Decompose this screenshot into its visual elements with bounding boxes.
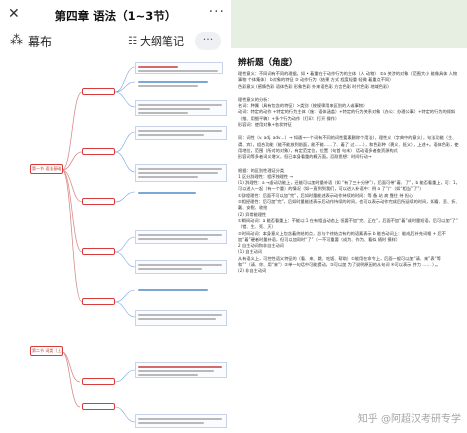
leaf-text-line — [138, 66, 178, 68]
leaf-text-line — [138, 104, 222, 106]
leaf-text-line — [138, 81, 208, 83]
document-line: ②相经理性：后可加“完”，后如时量能述表示后动作持续的时间，也可以表示动作完成后… — [238, 199, 460, 211]
document-body: 理性意义：不同词有不同的理据，如 • 着重在于动作行为的主体（人 动物） ②a … — [238, 71, 460, 275]
document-line: 从有语义上，可控性语义特征的（看、来、跳、吃饭、帮助）①能用在命令上，后面一般可… — [238, 255, 441, 268]
leaf-text-line — [138, 108, 210, 110]
leaf-text-line — [138, 374, 198, 376]
document-line: (2) 非自主动词 — [238, 268, 267, 274]
branch-node[interactable] — [82, 198, 115, 205]
leaf-text-line — [138, 289, 208, 291]
leaf-text-line — [138, 112, 188, 114]
leaf-text-block[interactable] — [135, 230, 227, 244]
branch-node[interactable] — [82, 298, 115, 305]
leaf-text-line — [138, 134, 204, 136]
leaf-text-line — [138, 238, 208, 240]
leaf-text-block[interactable] — [135, 260, 227, 274]
leaf-text-line — [138, 268, 202, 270]
branch-node[interactable] — [82, 148, 115, 155]
leaf-text-line — [138, 264, 222, 266]
document-gap — [238, 161, 460, 168]
document-heading: 辨析题（角度） — [238, 58, 298, 68]
leaf-text-line — [138, 176, 198, 178]
app-top-bar: ✕ 第四章 语法（1~3节） ··· — [0, 0, 231, 30]
outline-notes-label: 大纲笔记 — [139, 35, 184, 48]
leaf-text-line — [138, 172, 218, 174]
leaf-text-line — [138, 70, 218, 72]
leaf-text-line — [138, 366, 222, 368]
document-line: 理性意义：不同词有不同的理据，如 • 着重在于动作行为的主体（人 动物） ②a … — [238, 71, 458, 83]
document-line: ①瞬间动词：a 能否看重上：不能以:1 在有相当动态上 但要不加“完、正在”，后… — [238, 217, 459, 230]
leaf-text-line — [138, 168, 222, 170]
branch-node[interactable] — [82, 403, 115, 410]
leaf-text-line — [138, 130, 222, 132]
branch-node[interactable] — [82, 378, 115, 385]
watermark: 知乎 @阿超汉考研专学 — [357, 414, 461, 425]
screenshot-composite: ✕ 第四章 语法（1~3节） ··· ⁂ 幕布 ☷ 大纲笔记 ··· 第一节 语… — [0, 0, 467, 433]
document-gap — [238, 90, 460, 97]
leaf-text-line — [138, 234, 222, 236]
leaf-text-line — [138, 370, 214, 372]
branch-node[interactable] — [82, 248, 115, 255]
leaf-text-line — [138, 192, 196, 194]
document-line: (1) 辞理性：a →虚动功能上，还能可以加时量补语（如 “有了三十分钟”），后… — [238, 180, 460, 192]
mindmap-section2-label: 第二节 词类（上） — [32, 348, 66, 353]
outline-icon: ☷ — [128, 35, 137, 47]
mindmap-root-label: 第一节 语法基础 — [32, 166, 62, 171]
leaf-text-block[interactable] — [135, 126, 227, 140]
brand-label: 幕布 — [28, 35, 53, 49]
document-line: 同：词性（v. adj. adv…）→ 知通→一个词有不同的词性要素删除个用法）… — [238, 135, 459, 153]
menu-button[interactable]: ··· — [195, 32, 221, 50]
mindmap-app-panel: ✕ 第四章 语法（1~3节） ··· ⁂ 幕布 ☷ 大纲笔记 ··· 第一节 语… — [0, 0, 231, 433]
leaf-text-line — [138, 418, 222, 420]
leaf-text-line — [138, 318, 216, 320]
app-toolbar: ⁂ 幕布 ☷ 大纲笔记 ··· — [0, 30, 231, 52]
outline-notes-button[interactable]: ☷ 大纲笔记 — [124, 32, 188, 50]
leaf-text-line — [138, 314, 222, 316]
leaf-text-line — [138, 85, 198, 87]
leaf-text-block[interactable] — [135, 414, 227, 428]
document-line: 动词：特定的动作 +特定的行为主体（施：语体涵盖）+特定的行为关系对象（办公：办… — [238, 109, 456, 121]
document-panel: 辨析题（角度） 理性意义：不同词有不同的理据，如 • 着重在于动作行为的主体（人… — [231, 0, 467, 433]
leaf-text-line — [138, 422, 204, 424]
more-icon[interactable]: ··· — [209, 4, 225, 20]
document-title: 第四章 语法（1~3节） — [54, 9, 177, 23]
mindmap-canvas[interactable]: 第一节 语法基础 第二节 词类（上） — [0, 52, 231, 433]
document-line: ②时间动词：本身意义上包含着终结的点，总与个终结点有约的语素表示 b 能合动词上… — [238, 230, 446, 242]
document-page[interactable]: 辨析题（角度） 理性意义：不同词有不同的理据，如 • 着重在于动作行为的主体（人… — [231, 48, 467, 433]
branch-node[interactable] — [82, 88, 115, 95]
leaf-text-block[interactable] — [135, 62, 223, 74]
mubu-logo-icon: ⁂ — [10, 33, 23, 48]
